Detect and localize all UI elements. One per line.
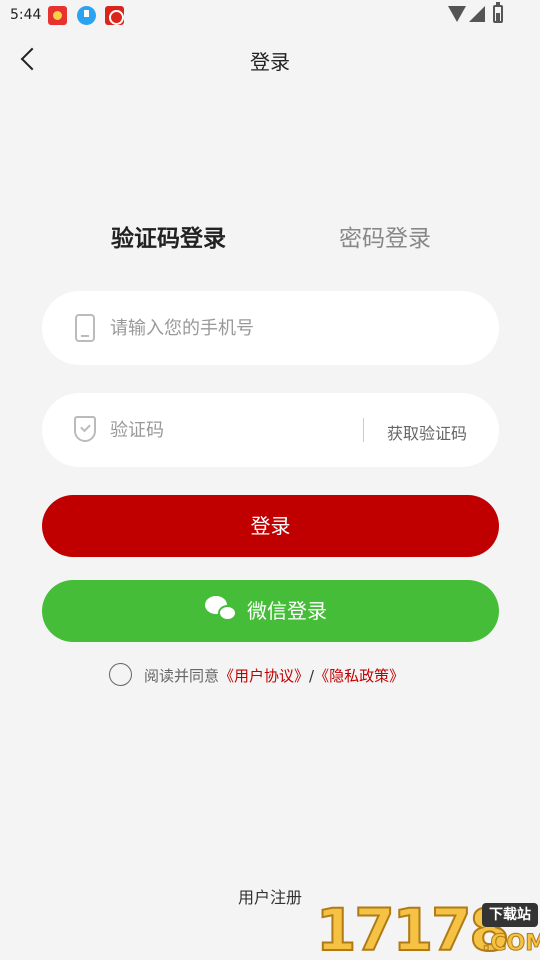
battery-icon bbox=[493, 2, 503, 23]
signal-icon bbox=[469, 6, 485, 22]
wechat-icon bbox=[205, 596, 239, 624]
watermark-number: 17178 bbox=[315, 896, 511, 960]
login-button[interactable]: 登录 bbox=[42, 495, 499, 557]
get-code-button[interactable]: 获取验证码 bbox=[387, 420, 467, 444]
watermark-domain: .COM bbox=[481, 931, 540, 957]
shield-icon bbox=[74, 416, 96, 442]
agreement-checkbox[interactable] bbox=[109, 663, 132, 686]
divider bbox=[363, 418, 364, 442]
code-input[interactable] bbox=[110, 393, 360, 467]
status-bar: 5:44 bbox=[0, 0, 540, 32]
watermark-logo: 17178 下载站 .COM bbox=[315, 896, 540, 960]
page-title: 登录 bbox=[250, 50, 290, 74]
phone-field bbox=[42, 291, 499, 365]
tab-password-login[interactable]: 密码登录 bbox=[339, 219, 431, 253]
user-agreement-link[interactable]: 《用户协议》 bbox=[219, 667, 309, 685]
status-time: 5:44 bbox=[10, 7, 42, 23]
privacy-policy-link[interactable]: 《隐私政策》 bbox=[314, 667, 404, 685]
notification-app-icon bbox=[48, 6, 67, 25]
wechat-login-button[interactable]: 微信登录 bbox=[42, 580, 499, 642]
agreement-text: 阅读并同意《用户协议》/《隐私政策》 bbox=[144, 665, 404, 686]
phone-input[interactable] bbox=[110, 291, 360, 365]
code-field: 获取验证码 bbox=[42, 393, 499, 467]
phone-icon bbox=[75, 314, 95, 342]
tab-sms-login[interactable]: 验证码登录 bbox=[111, 219, 226, 253]
watermark-tag: 下载站 bbox=[482, 903, 538, 927]
agreement-prefix: 阅读并同意 bbox=[144, 667, 220, 685]
wifi-icon bbox=[448, 6, 466, 22]
wechat-login-label: 微信登录 bbox=[247, 599, 327, 623]
download-icon bbox=[77, 6, 96, 25]
notification-app-icon bbox=[105, 6, 124, 25]
